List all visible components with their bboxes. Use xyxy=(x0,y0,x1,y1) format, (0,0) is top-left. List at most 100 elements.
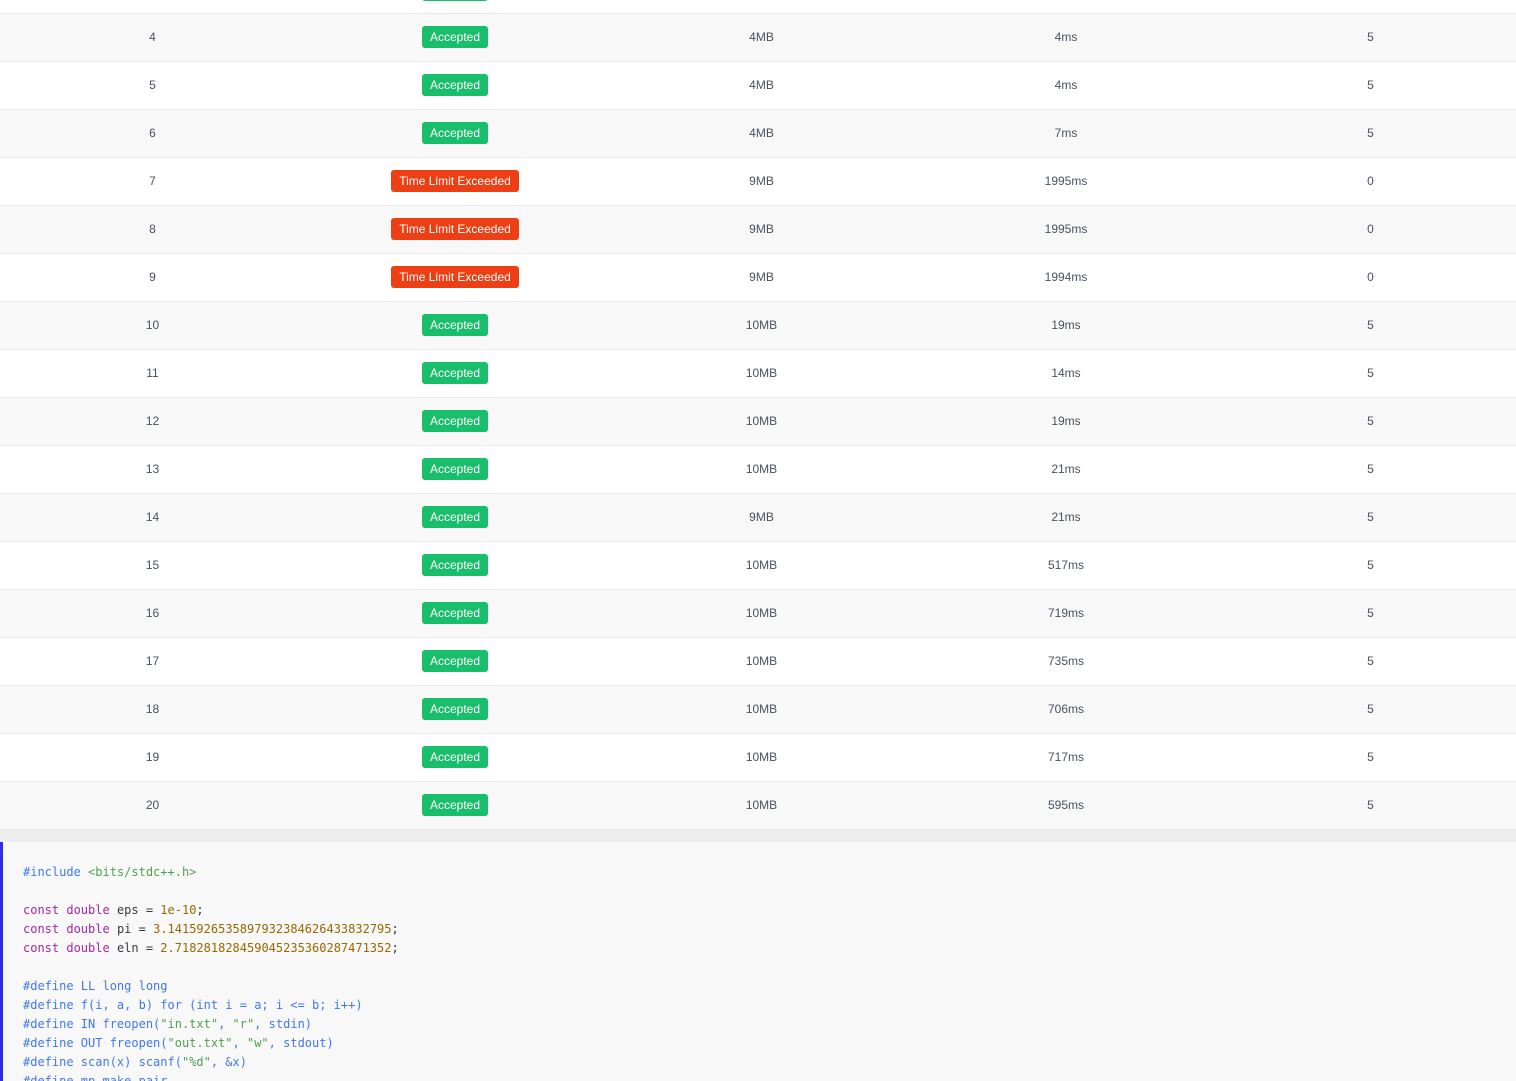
memory-usage: 10MB xyxy=(745,606,778,620)
status-cell: Accepted xyxy=(305,350,605,397)
code-line: const double pi = 3.14159265358979323846… xyxy=(23,922,399,936)
status-cell: Accepted xyxy=(305,542,605,589)
time-usage: 717ms xyxy=(1047,750,1085,764)
test-case-results-table: 4 Accepted 4MB 4ms 5 5 Accepted 4MB 4ms 5 6 Accepte… xyxy=(0,14,1516,830)
status-tag: Accepted xyxy=(421,697,489,720)
time-usage: 1995ms xyxy=(1044,222,1088,236)
score: 5 xyxy=(1367,366,1374,380)
time-usage: 4ms xyxy=(1054,30,1078,44)
status-cell: Time Limit Exceeded xyxy=(305,254,605,301)
status-tag: Accepted xyxy=(421,457,489,480)
status-tag: Accepted xyxy=(421,73,489,96)
memory-usage: 10MB xyxy=(745,318,778,332)
submission-detail-page: 4 Accepted 4MB 4ms 5 5 Accepted 4MB 4ms 5 6 Accepte… xyxy=(0,0,1516,1081)
score: 5 xyxy=(1367,750,1374,764)
status-cell: Accepted xyxy=(305,14,605,61)
status-tag: Accepted xyxy=(421,745,489,768)
time-usage: 719ms xyxy=(1047,606,1085,620)
status-cell: Accepted xyxy=(305,446,605,493)
time-usage: 595ms xyxy=(1047,798,1085,812)
test-case-id: 16 xyxy=(145,606,160,620)
status-cell: Accepted xyxy=(305,398,605,445)
table-row: 20 Accepted 10MB 595ms 5 xyxy=(0,782,1516,830)
test-case-id: 19 xyxy=(145,750,160,764)
status-tag: Accepted xyxy=(421,25,489,48)
score: 5 xyxy=(1367,702,1374,716)
time-usage: 19ms xyxy=(1051,414,1081,428)
status-tag: Accepted xyxy=(421,121,489,144)
score: 0 xyxy=(1367,270,1374,284)
score: 5 xyxy=(1367,510,1374,524)
time-usage: 706ms xyxy=(1047,702,1085,716)
test-case-id: 8 xyxy=(149,222,156,236)
memory-usage: 9MB xyxy=(749,222,774,236)
table-row: 18 Accepted 10MB 706ms 5 xyxy=(0,686,1516,734)
score: 5 xyxy=(1367,318,1374,332)
test-case-id: 9 xyxy=(149,270,156,284)
memory-usage: 10MB xyxy=(745,366,778,380)
status-cell: Accepted xyxy=(305,494,605,541)
status-tag: Accepted xyxy=(421,313,489,336)
status-tag: Time Limit Exceeded xyxy=(391,169,519,192)
table-row: 9 Time Limit Exceeded 9MB 1994ms 0 xyxy=(0,254,1516,302)
code-line: #define scan(x) scanf("%d", &x) xyxy=(23,1055,247,1069)
source-code: #include <bits/stdc++.h> const double ep… xyxy=(23,863,399,1081)
code-line: #define f(i, a, b) for (int i = a; i <= … xyxy=(23,998,363,1012)
table-row: 8 Time Limit Exceeded 9MB 1995ms 0 xyxy=(0,206,1516,254)
status-tag: Time Limit Exceeded xyxy=(391,217,519,240)
status-tag-partial xyxy=(422,0,488,1)
test-case-id: 10 xyxy=(145,318,160,332)
time-usage: 7ms xyxy=(1054,126,1078,140)
test-case-id: 11 xyxy=(146,366,159,380)
time-usage: 14ms xyxy=(1051,366,1081,380)
code-line: #include <bits/stdc++.h> xyxy=(23,865,197,879)
code-line: #define LL long long xyxy=(23,979,168,993)
memory-usage: 10MB xyxy=(745,558,778,572)
score: 5 xyxy=(1367,606,1374,620)
code-line: #define IN freopen("in.txt", "r", stdin) xyxy=(23,1017,313,1031)
test-case-id: 6 xyxy=(149,126,156,140)
table-row: 4 Accepted 4MB 4ms 5 xyxy=(0,14,1516,62)
status-tag: Accepted xyxy=(421,505,489,528)
score: 5 xyxy=(1367,414,1374,428)
memory-usage: 4MB xyxy=(749,78,774,92)
table-row-partial xyxy=(0,0,1516,14)
memory-usage: 10MB xyxy=(745,798,778,812)
memory-usage: 10MB xyxy=(745,462,778,476)
score: 5 xyxy=(1367,78,1374,92)
test-case-id: 18 xyxy=(145,702,160,716)
memory-usage: 4MB xyxy=(749,126,774,140)
memory-usage: 4MB xyxy=(749,30,774,44)
code-line: const double eps = 1e-10; xyxy=(23,903,204,917)
status-cell: Accepted xyxy=(305,686,605,733)
score: 0 xyxy=(1367,174,1374,188)
score: 5 xyxy=(1367,798,1374,812)
test-case-id: 7 xyxy=(149,174,156,188)
test-case-id: 5 xyxy=(149,78,156,92)
status-cell: Accepted xyxy=(305,590,605,637)
time-usage: 19ms xyxy=(1051,318,1081,332)
status-cell: Time Limit Exceeded xyxy=(305,158,605,205)
memory-usage: 10MB xyxy=(745,750,778,764)
table-row: 17 Accepted 10MB 735ms 5 xyxy=(0,638,1516,686)
code-line: #define mp make_pair xyxy=(23,1074,168,1081)
table-row: 15 Accepted 10MB 517ms 5 xyxy=(0,542,1516,590)
score: 5 xyxy=(1367,654,1374,668)
status-cell: Time Limit Exceeded xyxy=(305,206,605,253)
table-row: 16 Accepted 10MB 719ms 5 xyxy=(0,590,1516,638)
table-row: 19 Accepted 10MB 717ms 5 xyxy=(0,734,1516,782)
status-tag: Accepted xyxy=(421,409,489,432)
time-usage: 1994ms xyxy=(1044,270,1088,284)
memory-usage: 9MB xyxy=(749,510,774,524)
time-usage: 735ms xyxy=(1047,654,1085,668)
table-row: 12 Accepted 10MB 19ms 5 xyxy=(0,398,1516,446)
test-case-id: 12 xyxy=(145,414,160,428)
table-row: 6 Accepted 4MB 7ms 5 xyxy=(0,110,1516,158)
status-cell: Accepted xyxy=(305,782,605,829)
time-usage: 1995ms xyxy=(1044,174,1088,188)
table-row: 14 Accepted 9MB 21ms 5 xyxy=(0,494,1516,542)
status-cell: Accepted xyxy=(305,62,605,109)
source-code-block[interactable]: #include <bits/stdc++.h> const double ep… xyxy=(0,842,1516,1081)
